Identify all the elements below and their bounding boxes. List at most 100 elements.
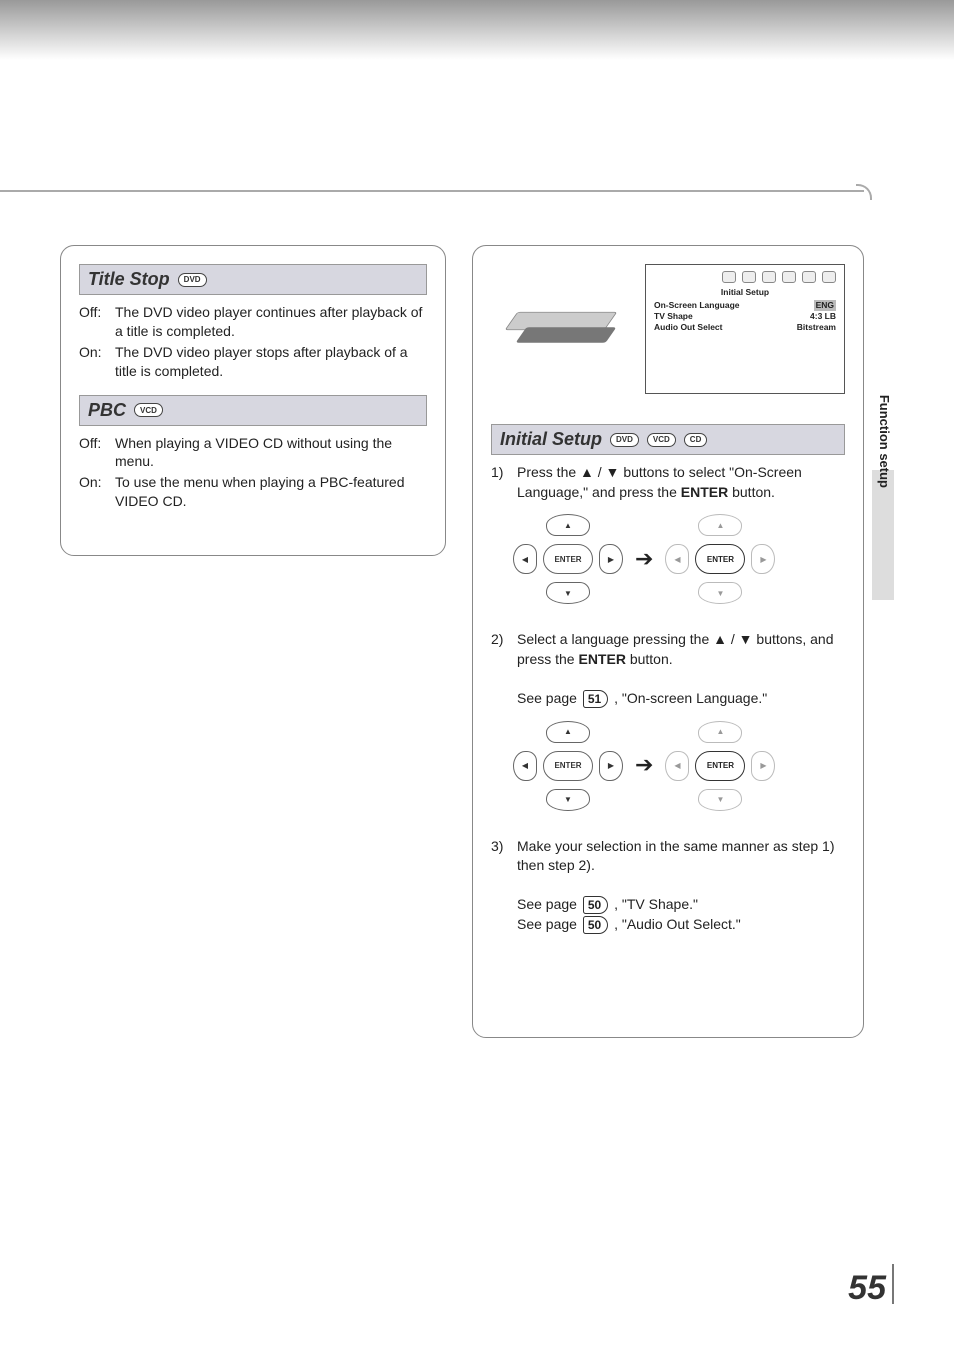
option-text: The DVD video player continues after pla… <box>115 303 427 341</box>
step-1: 1) Press the ▲ / ▼ buttons to select "On… <box>491 463 845 502</box>
dpad-enter-icon: ENTER <box>695 544 745 574</box>
dpad-right-icon: ▶ <box>751 544 775 574</box>
step-number: 2) <box>491 630 509 708</box>
option-key: Off: <box>79 434 109 472</box>
enter-label: ENTER <box>578 651 625 667</box>
osd-icon <box>822 271 836 283</box>
side-tab <box>872 470 894 600</box>
step-text: Press the ▲ / ▼ buttons to select "On-Sc… <box>517 463 845 502</box>
step-text: Make your selection in the same manner a… <box>517 837 845 935</box>
side-tab-label: Function setup <box>877 395 892 488</box>
enter-label: ENTER <box>681 484 728 500</box>
step-number: 1) <box>491 463 509 502</box>
list-item: Off: When playing a VIDEO CD without usi… <box>79 434 427 472</box>
dpad-enter-highlight: ▲ ▼ ◀ ▶ ENTER <box>665 721 775 811</box>
osd-row-label: TV Shape <box>654 311 693 322</box>
osd-row-label: On-Screen Language <box>654 300 740 311</box>
step-number: 3) <box>491 837 509 935</box>
dpad-up-icon: ▲ <box>698 514 742 536</box>
osd-icon <box>802 271 816 283</box>
page-ref-badge: 50 <box>583 896 608 914</box>
dpad-right-icon: ▶ <box>599 751 623 781</box>
option-text: To use the menu when playing a PBC-featu… <box>115 473 427 511</box>
left-column: Title Stop DVD Off: The DVD video player… <box>60 245 446 556</box>
header-rule <box>0 190 864 192</box>
osd-tab-icons <box>654 271 836 283</box>
text: button. <box>630 651 673 667</box>
option-key: Off: <box>79 303 109 341</box>
dpad-up-icon: ▲ <box>698 721 742 743</box>
text: , "Audio Out Select." <box>614 916 741 932</box>
arrow-icon: ➔ <box>635 750 653 781</box>
text: Select a language pressing the <box>517 631 713 647</box>
dpad-enter-icon: ENTER <box>543 544 593 574</box>
heading-title-stop: Title Stop <box>88 269 170 290</box>
dpad-right-icon: ▶ <box>599 544 623 574</box>
osd-row: TV Shape 4:3 LB <box>654 311 836 322</box>
dpad-active: ▲ ▼ ◀ ▶ ENTER <box>513 514 623 604</box>
dpad-illustration-row: ▲ ▼ ◀ ▶ ENTER ➔ ▲ ▼ ◀ ▶ ENTER <box>513 721 845 811</box>
step-3: 3) Make your selection in the same manne… <box>491 837 845 935</box>
dpad-down-icon: ▼ <box>546 582 590 604</box>
dpad-down-icon: ▼ <box>698 789 742 811</box>
right-column: Initial Setup On-Screen Language ENG TV … <box>472 245 864 1038</box>
page-top-gradient <box>0 0 954 60</box>
page-columns: Title Stop DVD Off: The DVD video player… <box>60 245 864 1038</box>
step-text: Select a language pressing the ▲ / ▼ but… <box>517 630 845 708</box>
badge-dvd: DVD <box>610 433 639 447</box>
dpad-illustration-row: ▲ ▼ ◀ ▶ ENTER ➔ ▲ ▼ ◀ ▶ ENTER <box>513 514 845 604</box>
dpad-up-icon: ▲ <box>546 721 590 743</box>
page-ref-badge: 50 <box>583 916 608 934</box>
option-text: The DVD video player stops after playbac… <box>115 343 427 381</box>
dpad-left-icon: ◀ <box>513 544 537 574</box>
updown-glyph: ▲ / ▼ <box>580 464 619 480</box>
section-header-initial-setup: Initial Setup DVD VCD CD <box>491 424 845 455</box>
title-stop-options: Off: The DVD video player continues afte… <box>79 303 427 381</box>
dpad-up-icon: ▲ <box>546 514 590 536</box>
osd-row-value: ENG <box>814 300 836 311</box>
badge-vcd: VCD <box>134 403 163 417</box>
dpad-left-icon: ◀ <box>513 751 537 781</box>
dpad-active: ▲ ▼ ◀ ▶ ENTER <box>513 721 623 811</box>
heading-initial-setup: Initial Setup <box>500 429 602 450</box>
text: , "On-screen Language." <box>614 690 767 706</box>
dpad-down-icon: ▼ <box>698 582 742 604</box>
text: button. <box>732 484 775 500</box>
text: See page <box>517 916 581 932</box>
badge-vcd: VCD <box>647 433 676 447</box>
section-header-pbc: PBC VCD <box>79 395 427 426</box>
page-ref-badge: 51 <box>583 690 608 708</box>
step-2: 2) Select a language pressing the ▲ / ▼ … <box>491 630 845 708</box>
dpad-right-icon: ▶ <box>751 751 775 781</box>
osd-row: On-Screen Language ENG <box>654 300 836 311</box>
osd-row-value: Bitstream <box>797 322 836 333</box>
dpad-left-icon: ◀ <box>665 544 689 574</box>
section-header-title-stop: Title Stop DVD <box>79 264 427 295</box>
updown-glyph: ▲ / ▼ <box>713 631 752 647</box>
list-item: Off: The DVD video player continues afte… <box>79 303 427 341</box>
dpad-down-icon: ▼ <box>546 789 590 811</box>
osd-icon <box>722 271 736 283</box>
osd-row-label: Audio Out Select <box>654 322 722 333</box>
text: See page <box>517 690 581 706</box>
dpad-enter-highlight: ▲ ▼ ◀ ▶ ENTER <box>665 514 775 604</box>
osd-row: Audio Out Select Bitstream <box>654 322 836 333</box>
text: Press the <box>517 464 580 480</box>
text: , "TV Shape." <box>614 896 698 912</box>
badge-cd: CD <box>684 433 708 447</box>
dpad-enter-icon: ENTER <box>543 751 593 781</box>
osd-heading: Initial Setup <box>654 287 836 298</box>
option-key: On: <box>79 343 109 381</box>
heading-pbc: PBC <box>88 400 126 421</box>
dpad-enter-icon: ENTER <box>695 751 745 781</box>
arrow-icon: ➔ <box>635 544 653 575</box>
dvd-player-illustration <box>491 264 631 374</box>
text: Make your selection in the same manner a… <box>517 838 835 874</box>
illustration-row: Initial Setup On-Screen Language ENG TV … <box>491 264 845 394</box>
steps-list: 1) Press the ▲ / ▼ buttons to select "On… <box>491 463 845 935</box>
osd-mini-screen: Initial Setup On-Screen Language ENG TV … <box>645 264 845 394</box>
osd-icon <box>782 271 796 283</box>
list-item: On: To use the menu when playing a PBC-f… <box>79 473 427 511</box>
osd-row-value: 4:3 LB <box>810 311 836 322</box>
dpad-left-icon: ◀ <box>665 751 689 781</box>
